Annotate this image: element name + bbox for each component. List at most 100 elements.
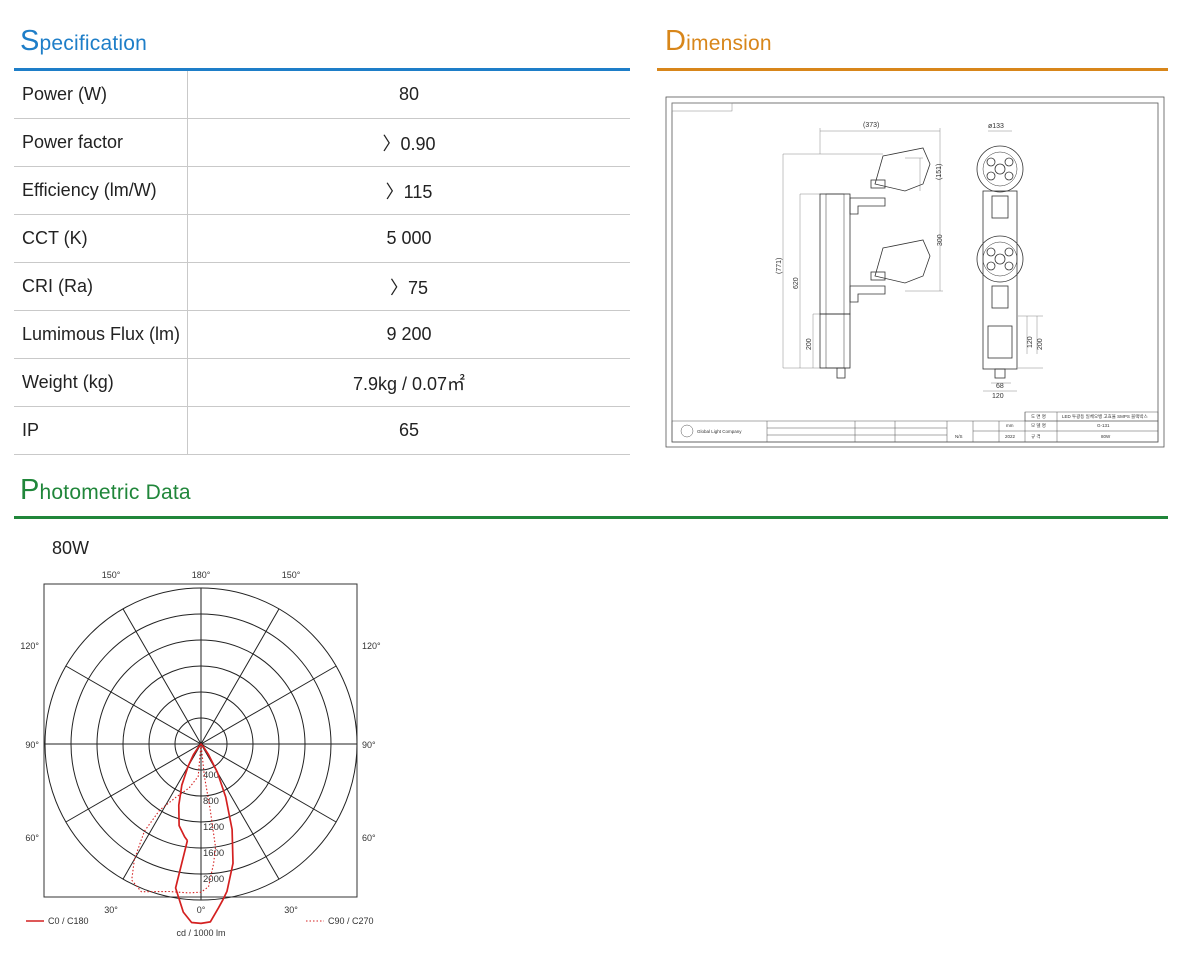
front-bracket-lower — [991, 285, 1009, 309]
photometric-title-initial: P — [20, 474, 40, 506]
radial-tick-label: 1600 — [203, 848, 224, 859]
dimension-lines — [782, 128, 1043, 392]
front-panel — [987, 325, 1013, 359]
angle-label: 150° — [282, 570, 301, 580]
luminaire-side-view — [819, 147, 931, 379]
dimension-title: Dimension — [665, 25, 772, 58]
spec-label: Weight (kg) — [14, 358, 188, 407]
radial-tick-labels: 400800120016002000 — [203, 770, 224, 885]
spec-value: 65 — [187, 406, 630, 455]
angle-label: 120° — [362, 641, 381, 651]
title-block-spec-label: 규 격 — [1031, 433, 1041, 440]
table-row: Power factor 〉0.90 — [14, 118, 630, 167]
front-bracket-upper — [991, 195, 1009, 219]
spec-label: Power factor — [14, 118, 188, 167]
dim-200b-label: 200 — [1037, 338, 1044, 350]
photometric-title-rest: hotometric Data — [39, 481, 191, 504]
specification-title: Specification — [20, 25, 147, 58]
angle-label: 30° — [284, 905, 298, 915]
title-block-spec: 80W — [1101, 434, 1111, 439]
title-block-company: Global Light Company — [697, 429, 742, 434]
front-lamp-upper — [976, 145, 1024, 193]
dim-620-label: 620 — [793, 277, 800, 289]
spec-label: CRI (Ra) — [14, 262, 188, 311]
spec-value: 9 200 — [187, 310, 630, 359]
spec-label: IP — [14, 406, 188, 455]
table-row: Lumimous Flux (lm) 9 200 — [14, 310, 630, 359]
spec-label: Power (W) — [14, 71, 188, 119]
title-block-product: LED 투광등 일체오뱅 고효율 SMPS 블랙박스 — [1062, 413, 1148, 420]
spec-label: Efficiency (lm/W) — [14, 166, 188, 215]
spec-label: CCT (K) — [14, 214, 188, 263]
lamp-head-upper — [874, 147, 931, 192]
angle-label: 150° — [102, 570, 121, 580]
title-block-year: 2022 — [1005, 434, 1016, 439]
angle-label: 0° — [197, 905, 206, 915]
pivot-upper — [870, 179, 886, 189]
title-block-model-label: 모 델 명 — [1031, 422, 1046, 428]
dim-373-label: (373) — [863, 122, 879, 129]
title-block-scale: N/S — [955, 434, 963, 439]
unit-label: cd / 1000 lm — [176, 928, 225, 938]
table-row: CCT (K) 5 000 — [14, 214, 630, 263]
housing-upper — [819, 193, 851, 315]
title-block-model: G-131 — [1097, 423, 1110, 428]
table-row: Power (W) 80 — [14, 71, 630, 119]
spec-value: 80 — [187, 71, 630, 119]
spec-value: 〉75 — [187, 262, 630, 311]
dimension-drawing: (373) (151) 300 (771) 620 200 ø133 120 2… — [665, 96, 1165, 448]
angle-label: 180° — [192, 570, 211, 580]
specification-table: Power (W) 80 Power factor 〉0.90 Efficiency… — [14, 71, 630, 455]
specification-title-initial: S — [20, 25, 40, 57]
dim-771-label: (771) — [776, 258, 783, 274]
spec-label: Lumimous Flux (lm) — [14, 310, 188, 359]
legend-c90-label: C90 / C270 — [328, 916, 374, 926]
dim-200a-label: 200 — [806, 338, 813, 350]
dim-68-label: 68 — [996, 383, 1004, 390]
angle-label: 120° — [20, 641, 39, 651]
spec-value: 7.9kg / 0.07㎡ — [187, 358, 630, 407]
table-row: Weight (kg) 7.9kg / 0.07㎡ — [14, 358, 630, 407]
dim-300-label: 300 — [937, 234, 944, 246]
photometric-rule — [14, 516, 1168, 519]
chart-title: 80W — [52, 538, 90, 558]
table-row: IP 65 — [14, 406, 630, 455]
series-curve — [131, 743, 217, 894]
dimension-rule — [657, 68, 1168, 71]
table-row: Efficiency (lm/W) 〉115 — [14, 166, 630, 215]
angle-label: 60° — [25, 833, 39, 843]
drawing-corner-box — [671, 102, 733, 112]
bracket-upper — [849, 197, 886, 215]
pivot-lower — [870, 271, 886, 281]
radial-tick-label: 800 — [203, 796, 219, 807]
spec-value: 〉0.90 — [187, 118, 630, 167]
lamp-head-lower — [874, 239, 931, 284]
legend-c0-label: C0 / C180 — [48, 916, 89, 926]
dimension-title-initial: D — [665, 25, 687, 57]
angle-label: 90° — [25, 740, 39, 750]
angle-label: 30° — [104, 905, 118, 915]
specification-title-rest: pecification — [39, 32, 148, 55]
front-lamp-lower — [976, 235, 1024, 283]
dim-120b-label: 120 — [992, 393, 1004, 400]
housing-lower — [819, 313, 851, 369]
angle-label: 60° — [362, 833, 376, 843]
polar-chart: 150° 180° 150° 120° 90° 60° 120° 90° 60°… — [20, 570, 381, 938]
spec-value: 〉115 — [187, 166, 630, 215]
title-block-unit: mm — [1006, 423, 1014, 428]
radial-tick-label: 2000 — [203, 874, 224, 885]
dim-dia133-label: ø133 — [988, 123, 1004, 130]
dimension-title-rest: imension — [686, 32, 772, 55]
luminaire-front-view — [976, 145, 1024, 379]
table-row: CRI (Ra) 〉75 — [14, 262, 630, 311]
chart-legend: C0 / C180 C90 / C270 cd / 1000 lm — [26, 916, 374, 938]
title-block-drawing-label: 도 면 명 — [1031, 413, 1046, 419]
cable-gland — [836, 367, 846, 379]
bracket-lower — [849, 285, 886, 303]
photometric-title: Photometric Data — [20, 474, 191, 507]
drawing-inner-frame — [671, 102, 1159, 443]
dim-120a-label: 120 — [1027, 336, 1034, 348]
angle-label: 90° — [362, 740, 376, 750]
dim-151-label: (151) — [936, 164, 943, 180]
spec-value: 5 000 — [187, 214, 630, 263]
